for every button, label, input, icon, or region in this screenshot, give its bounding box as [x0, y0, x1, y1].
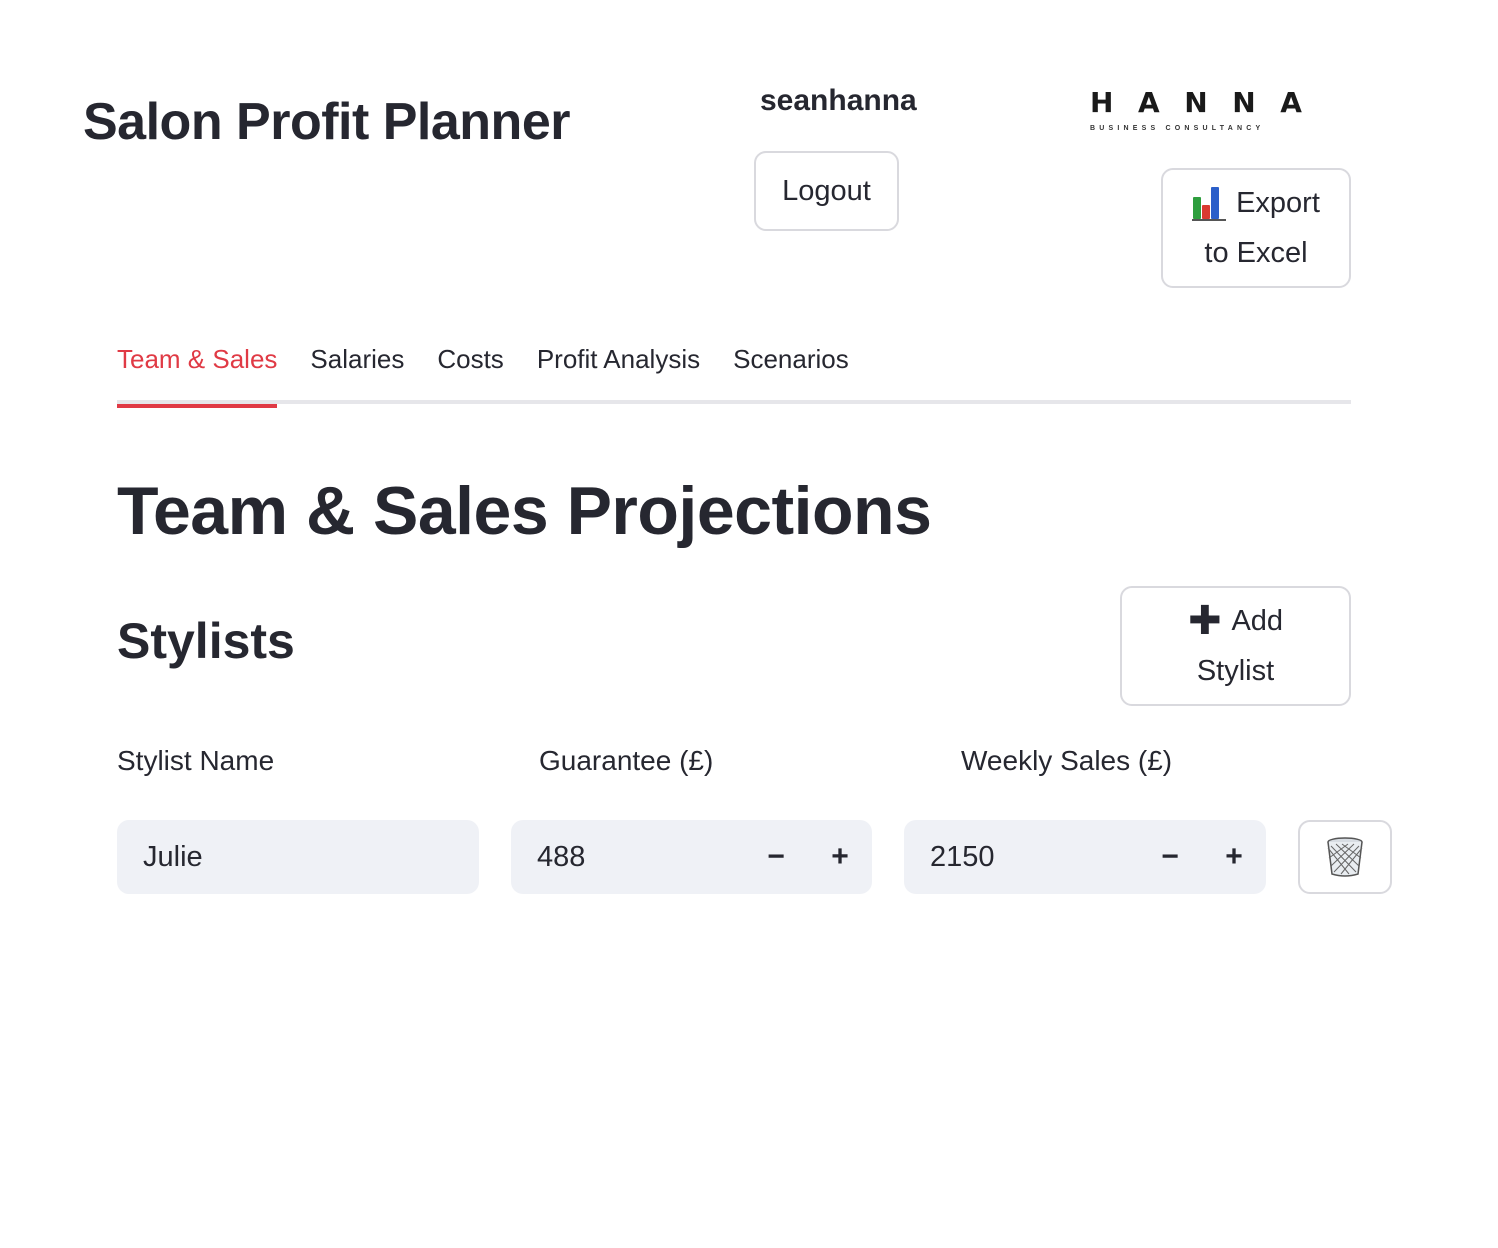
page-background	[0, 894, 1498, 1248]
bar-chart-icon	[1192, 185, 1227, 221]
stylist-name-value: Julie	[143, 840, 203, 873]
tab-team-sales[interactable]: Team & Sales	[117, 340, 278, 408]
guarantee-increment-button[interactable]: +	[808, 820, 872, 894]
delete-stylist-button[interactable]	[1298, 820, 1392, 894]
section-title: Team & Sales Projections	[117, 473, 932, 549]
logo-letter: N	[1232, 86, 1258, 119]
stylists-heading: Stylists	[117, 613, 295, 669]
add-label-line2: Stylist	[1196, 655, 1275, 687]
logo-letter: A	[1138, 86, 1162, 119]
tab-bar: Team & Sales Salaries Costs Profit Analy…	[117, 340, 1351, 408]
add-label-line1: Add	[1231, 605, 1284, 637]
tab-costs[interactable]: Costs	[437, 340, 503, 404]
trash-icon	[1327, 837, 1363, 877]
export-label-line1: Export	[1236, 187, 1320, 219]
export-label-line2: to Excel	[1204, 237, 1308, 269]
tab-profit-analysis[interactable]: Profit Analysis	[537, 340, 700, 404]
guarantee-value[interactable]: 488	[511, 841, 744, 874]
weekly-sales-increment-button[interactable]: +	[1202, 820, 1266, 894]
logo-letter: H	[1090, 86, 1116, 119]
guarantee-decrement-button[interactable]: −	[744, 820, 808, 894]
weekly-sales-stepper[interactable]: 2150 − +	[904, 820, 1266, 894]
app-title: Salon Profit Planner	[83, 93, 570, 151]
column-label-weekly-sales: Weekly Sales (£)	[961, 745, 1173, 776]
logo-tagline: BUSINESS CONSULTANCY	[1090, 125, 1265, 132]
username-label: seanhanna	[760, 84, 917, 117]
column-label-name: Stylist Name	[117, 745, 275, 776]
tab-scenarios[interactable]: Scenarios	[733, 340, 849, 404]
company-logo: H A N N A BUSINESS CONSULTANCY	[1090, 86, 1312, 138]
tab-salaries[interactable]: Salaries	[310, 340, 404, 404]
logo-letter: A	[1280, 86, 1304, 119]
add-stylist-button[interactable]: ✚ Add Stylist	[1120, 586, 1351, 706]
export-to-excel-button[interactable]: Export to Excel	[1161, 168, 1351, 288]
logout-button[interactable]: Logout	[754, 151, 899, 231]
stylist-name-input[interactable]: Julie	[117, 820, 479, 894]
plus-icon: ✚	[1187, 599, 1222, 643]
logo-letter: N	[1184, 86, 1210, 119]
guarantee-stepper[interactable]: 488 − +	[511, 820, 872, 894]
weekly-sales-decrement-button[interactable]: −	[1138, 820, 1202, 894]
weekly-sales-value[interactable]: 2150	[904, 841, 1138, 874]
column-label-guarantee: Guarantee (£)	[539, 745, 714, 776]
